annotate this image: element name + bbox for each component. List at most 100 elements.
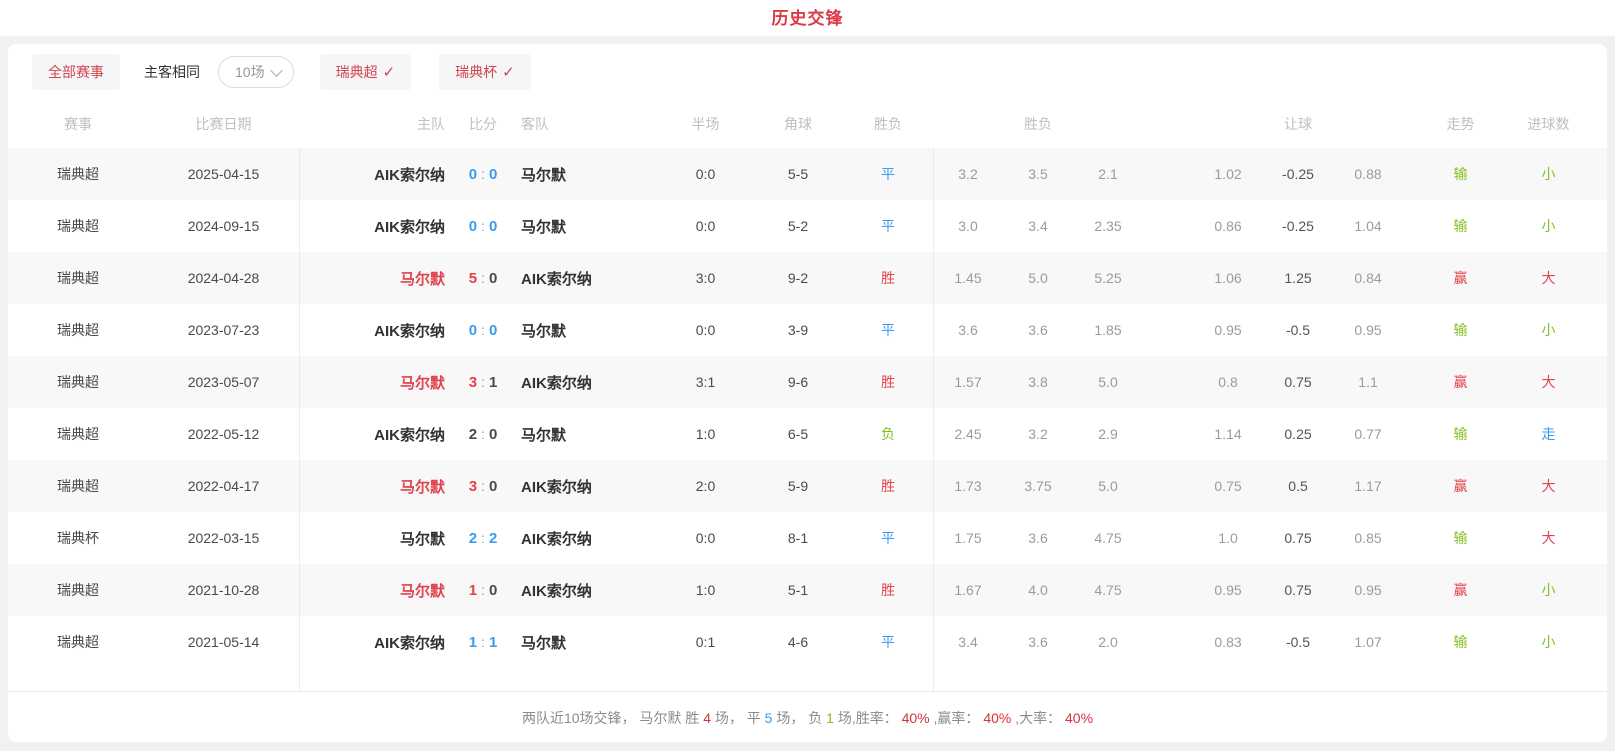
summary-segment: ,赢率： [930,710,984,726]
score-cell: 5:0 [453,252,513,304]
header-spacer [1143,100,1193,148]
trend-cell: 赢 [1403,252,1518,304]
column-divider [299,148,300,693]
match-row: 瑞典超2024-09-15AIK索尔纳0:0马尔默0:05-2平3.03.42.… [8,200,1607,252]
header-odds-group: 胜负 [933,100,1143,148]
all-matches-button[interactable]: 全部赛事 [32,54,120,90]
trend-cell: 输 [1403,616,1518,668]
home-goals: 0 [469,322,477,339]
home-team-cell: 马尔默 [299,460,453,512]
table-header-row: 赛事 比赛日期 主队 比分 客队 半场 角球 胜负 胜负 让球 走势 进球数 [8,100,1607,148]
league-toggle-allsvenskan[interactable]: 瑞典超 ✓ [320,54,412,90]
handicap-away-cell: 0.77 [1333,408,1403,460]
score-colon: : [477,166,489,182]
date-cell: 2021-10-28 [148,564,299,616]
away-goals: 2 [489,530,497,547]
date-cell: 2021-05-14 [148,616,299,668]
score-cell: 0:0 [453,304,513,356]
result-glyph: 平 [881,322,895,338]
goals-cell: 大 [1518,356,1607,408]
home-team-name: 马尔默 [400,531,445,548]
result-glyph: 平 [881,530,895,546]
h2h-card: 全部赛事 主客相同 10场 瑞典超 ✓ 瑞典杯 ✓ [8,44,1607,742]
home-goals: 2 [469,530,477,547]
goals-glyph: 大 [1542,530,1556,546]
result-glyph: 胜 [881,582,895,598]
corners-cell: 5-2 [753,200,843,252]
corners-cell: 5-9 [753,460,843,512]
league-cell: 瑞典超 [8,408,148,460]
date-cell: 2023-05-07 [148,356,299,408]
handicap-away-cell: 0.85 [1333,512,1403,564]
date-cell: 2023-07-23 [148,304,299,356]
summary-segment: 4 [703,710,711,726]
home-goals: 3 [469,374,477,391]
odds-lose-cell: 2.1 [1073,148,1143,200]
corners-cell: 9-2 [753,252,843,304]
league-cell: 瑞典超 [8,252,148,304]
goals-glyph: 走 [1542,426,1556,442]
spacer-cell [1143,408,1193,460]
odds-lose-cell: 4.75 [1073,564,1143,616]
handicap-away-cell: 1.1 [1333,356,1403,408]
away-team-name: AIK索尔纳 [521,375,592,392]
handicap-home-cell: 1.06 [1193,252,1263,304]
result-cell: 胜 [843,460,933,512]
odds-win-cell: 1.73 [933,460,1003,512]
match-count-dropdown[interactable]: 10场 [218,56,294,88]
trend-glyph: 输 [1454,218,1468,234]
match-row: 瑞典杯2022-03-15马尔默2:2AIK索尔纳0:08-1平1.753.64… [8,512,1607,564]
score-colon: : [477,530,489,546]
column-divider [933,148,934,693]
handicap-line-cell: -0.5 [1263,304,1333,356]
summary-segment: 场， 平 [711,710,765,726]
away-team-name: 马尔默 [521,427,566,444]
header-away: 客队 [513,100,658,148]
score-colon: : [477,634,489,650]
check-icon: ✓ [383,63,396,81]
goals-cell: 大 [1518,252,1607,304]
trend-glyph: 输 [1454,322,1468,338]
away-team-name: 马尔默 [521,219,566,236]
result-glyph: 平 [881,634,895,650]
away-goals: 0 [489,426,497,443]
away-team-name: AIK索尔纳 [521,531,592,548]
away-team-cell: 马尔默 [513,616,658,668]
odds-draw-cell: 3.6 [1003,304,1073,356]
odds-draw-cell: 4.0 [1003,564,1073,616]
score-cell: 2:0 [453,408,513,460]
away-team-name: 马尔默 [521,635,566,652]
league-toggle-svenska-cupen[interactable]: 瑞典杯 ✓ [439,54,531,90]
home-team-cell: 马尔默 [299,564,453,616]
same-home-away-tab[interactable]: 主客相同 [144,62,200,82]
score-colon: : [477,582,489,598]
halftime-cell: 0:1 [658,616,753,668]
check-icon: ✓ [502,63,515,81]
corners-cell: 5-1 [753,564,843,616]
result-cell: 平 [843,148,933,200]
away-team-cell: 马尔默 [513,200,658,252]
away-team-cell: AIK索尔纳 [513,512,658,564]
odds-draw-cell: 3.8 [1003,356,1073,408]
trend-glyph: 输 [1454,530,1468,546]
home-team-cell: AIK索尔纳 [299,148,453,200]
goals-glyph: 小 [1542,218,1556,234]
trend-cell: 输 [1403,200,1518,252]
summary-segment: 40% [902,710,930,726]
away-goals: 1 [489,374,497,391]
trend-glyph: 赢 [1454,270,1468,286]
goals-cell: 小 [1518,564,1607,616]
halftime-cell: 0:0 [658,512,753,564]
date-cell: 2022-03-15 [148,512,299,564]
score-colon: : [477,374,489,390]
corners-cell: 6-5 [753,408,843,460]
corners-cell: 3-9 [753,304,843,356]
handicap-home-cell: 1.02 [1193,148,1263,200]
score-cell: 2:2 [453,512,513,564]
result-glyph: 胜 [881,270,895,286]
home-team-name: AIK索尔纳 [374,427,445,444]
trend-cell: 赢 [1403,564,1518,616]
odds-win-cell: 3.2 [933,148,1003,200]
spacer-cell [1143,304,1193,356]
away-team-cell: 马尔默 [513,304,658,356]
